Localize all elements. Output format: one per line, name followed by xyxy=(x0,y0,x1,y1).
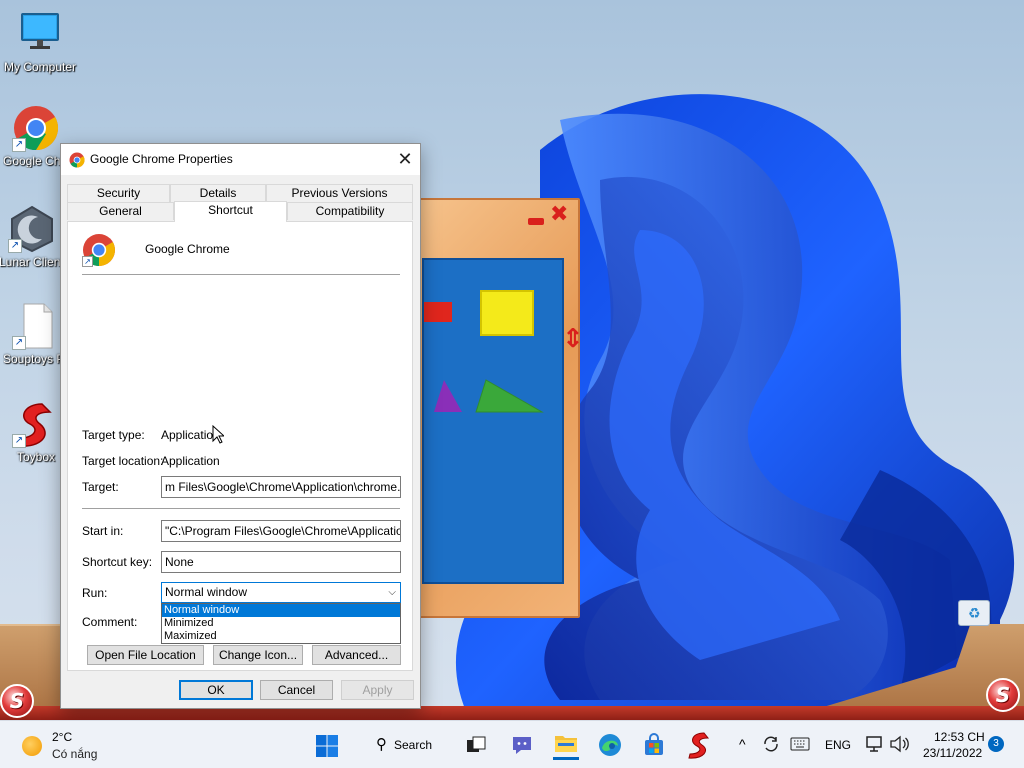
tab-shortcut[interactable]: Shortcut xyxy=(174,201,287,222)
search-label: Search xyxy=(394,738,433,752)
target-type-label: Target type: xyxy=(82,428,145,442)
change-icon-button[interactable]: Change Icon... xyxy=(213,645,303,665)
network-icon[interactable] xyxy=(865,735,883,753)
shortcut-arrow-icon: ↗ xyxy=(12,138,26,152)
run-option[interactable]: Normal window xyxy=(162,604,400,617)
run-option[interactable]: Maximized xyxy=(162,630,400,643)
advanced-button[interactable]: Advanced... xyxy=(312,645,401,665)
tab-compatibility[interactable]: Compatibility xyxy=(287,202,413,220)
target-location-label: Target location: xyxy=(82,454,164,468)
divider xyxy=(82,508,400,509)
shortcut-arrow-icon: ↗ xyxy=(8,239,22,253)
shortcut-name: Google Chrome xyxy=(145,242,230,256)
shortcut-arrow-icon: ↗ xyxy=(12,336,26,350)
language-indicator[interactable]: ENG xyxy=(825,738,851,752)
desktop-icon-label: Google Chrome xyxy=(3,154,67,168)
tab-security[interactable]: Security xyxy=(67,184,170,202)
mouse-cursor-icon xyxy=(212,425,224,444)
search-icon: ⚲ xyxy=(376,736,387,753)
chevron-up-icon[interactable]: ^ xyxy=(739,736,746,752)
target-location-value: Application xyxy=(161,454,220,468)
run-label: Run: xyxy=(82,586,108,600)
run-select-value: Normal window xyxy=(165,585,248,599)
minimize-icon[interactable] xyxy=(528,218,544,225)
sun-icon xyxy=(22,736,42,756)
target-type-value: Application xyxy=(161,428,220,442)
file-icon: ↗ xyxy=(12,302,60,350)
chat-icon[interactable] xyxy=(510,733,534,757)
resize-arrow-icon[interactable]: ⇕ xyxy=(562,326,584,352)
tab-details[interactable]: Details xyxy=(170,184,266,202)
task-view-icon[interactable] xyxy=(466,735,486,755)
chevron-down-icon: ⌵ xyxy=(388,587,396,598)
run-dropdown-list: Normal window Minimized Maximized xyxy=(161,603,401,644)
target-label: Target: xyxy=(82,480,119,494)
run-option[interactable]: Minimized xyxy=(162,617,400,630)
target-input[interactable]: m Files\Google\Chrome\Application\chrome… xyxy=(161,476,401,498)
shortcut-key-label: Shortcut key: xyxy=(82,555,153,569)
start-in-input[interactable]: "C:\Program Files\Google\Chrome\Applicat… xyxy=(161,520,401,542)
toy-shapes[interactable] xyxy=(424,376,566,416)
file-explorer-icon[interactable] xyxy=(553,730,579,760)
toybox-taskbar-icon[interactable] xyxy=(686,731,712,759)
edge-browser-icon[interactable] xyxy=(598,733,622,757)
properties-dialog: Google Chrome Properties ✕ Security Deta… xyxy=(60,143,421,709)
ok-button[interactable]: OK xyxy=(179,680,253,700)
yellow-block-shape[interactable] xyxy=(480,290,534,336)
cancel-button[interactable]: Cancel xyxy=(260,680,333,700)
shortcut-arrow-icon: ↗ xyxy=(12,434,26,448)
clock-time[interactable]: 12:53 CH xyxy=(934,730,985,744)
taskbar: 2°C Có nắng ⚲ Search ^ ENG 12:53 CH 23/1… xyxy=(0,720,1024,768)
toy-play-area[interactable] xyxy=(422,258,564,584)
divider xyxy=(82,274,400,275)
monitor-icon xyxy=(16,10,64,58)
shortcut-tab-panel: ↗ Google Chrome Target type: Application… xyxy=(67,221,413,671)
chrome-icon: ↗ xyxy=(12,104,60,152)
tab-previous-versions[interactable]: Previous Versions xyxy=(266,184,413,202)
store-icon[interactable] xyxy=(642,733,666,757)
chrome-icon: ↗ xyxy=(82,233,116,267)
lunar-icon: ↗ xyxy=(8,205,56,253)
weather-description: Có nắng xyxy=(52,747,98,761)
close-icon[interactable]: ✖ xyxy=(550,204,568,226)
tab-strip: Security Details Previous Versions Gener… xyxy=(67,184,413,224)
desktop-icon-label: Souptoys Playsets xyxy=(3,352,67,366)
comment-label: Comment: xyxy=(82,615,138,629)
toybox-badge-icon[interactable]: S xyxy=(0,684,34,718)
weather-temperature: 2°C xyxy=(52,730,73,744)
keyboard-icon[interactable] xyxy=(790,737,810,751)
toybox-icon: ↗ xyxy=(12,400,60,448)
start-button[interactable] xyxy=(315,734,339,758)
close-icon[interactable]: ✕ xyxy=(390,144,420,175)
toy-window[interactable]: ✖ ⇕ xyxy=(412,198,584,618)
taskbar-search-button[interactable]: ⚲ Search xyxy=(364,731,444,759)
apply-button[interactable]: Apply xyxy=(341,680,414,700)
open-file-location-button[interactable]: Open File Location xyxy=(87,645,204,665)
volume-icon[interactable] xyxy=(889,735,909,753)
chrome-icon xyxy=(69,152,85,168)
shortcut-arrow-icon: ↗ xyxy=(82,256,93,267)
dialog-titlebar[interactable]: Google Chrome Properties ✕ xyxy=(61,144,420,175)
clock-date[interactable]: 23/11/2022 xyxy=(923,746,982,760)
shortcut-key-input[interactable]: None xyxy=(161,551,401,573)
red-block-shape[interactable] xyxy=(424,302,452,322)
sync-icon[interactable] xyxy=(762,735,780,753)
desktop-icon-label: Lunar Client xyxy=(0,255,63,269)
run-select[interactable]: Normal window ⌵ xyxy=(161,582,401,603)
desktop-icon-label: My Computer xyxy=(3,60,77,74)
start-in-label: Start in: xyxy=(82,524,124,538)
desktop-icon-lunar-client[interactable]: ↗ Lunar Client xyxy=(0,205,65,269)
notification-badge[interactable]: 3 xyxy=(988,736,1004,752)
recycle-bin-icon[interactable]: ♻ xyxy=(958,600,990,626)
windows-logo-icon xyxy=(316,735,338,757)
dialog-title: Google Chrome Properties xyxy=(90,152,233,166)
toybox-badge-icon[interactable]: S xyxy=(986,678,1020,712)
tab-general[interactable]: General xyxy=(67,202,174,220)
desktop-icon-my-computer[interactable]: My Computer xyxy=(0,10,80,74)
